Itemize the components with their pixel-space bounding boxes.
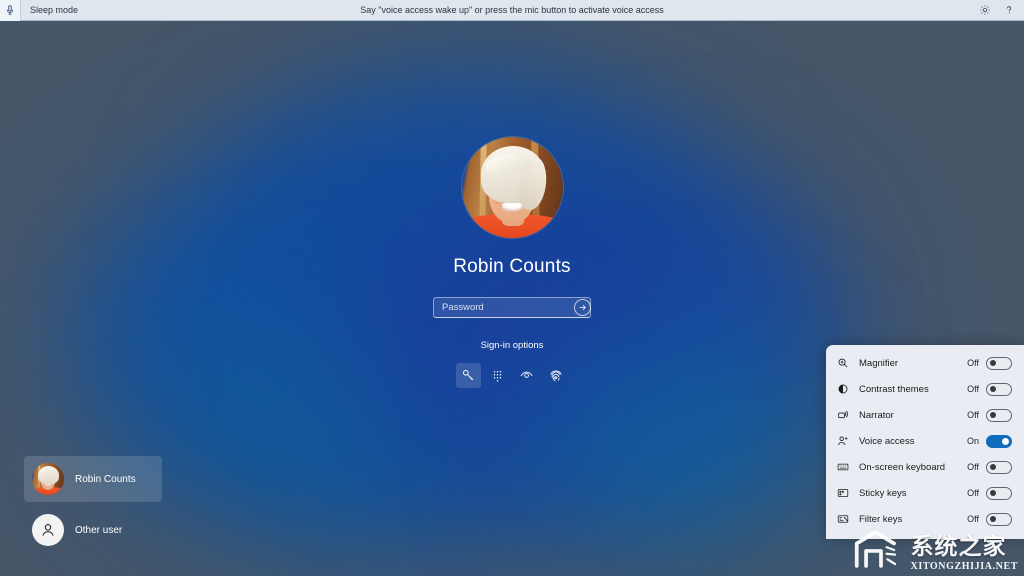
submit-arrow-button[interactable] (574, 299, 591, 316)
avatar (461, 137, 563, 238)
accessibility-item-label: Narrator (859, 409, 894, 421)
accessibility-item-state: Off (967, 462, 979, 472)
accessibility-item-state: Off (967, 358, 979, 368)
user-name-label: Other user (75, 524, 123, 536)
toggle-switch[interactable] (986, 356, 1012, 370)
accessibility-flyout: Magnifier Off Contrast themes Off Narrat… (826, 345, 1024, 539)
magnifier-icon (836, 356, 850, 370)
accessibility-item-label: Filter keys (859, 513, 903, 525)
on-screen-keyboard-icon (836, 460, 850, 474)
accessibility-item-label: Magnifier (859, 357, 899, 369)
accessibility-item-label: On-screen keyboard (859, 461, 946, 473)
toggle-switch[interactable] (986, 512, 1012, 526)
accessibility-item-state: Off (967, 410, 979, 420)
gear-icon[interactable] (979, 4, 991, 16)
contrast-themes-icon (836, 382, 850, 396)
voice-access-bar: Sleep mode Say "voice access wake up" or… (0, 0, 1024, 21)
voice-access-mode-label: Sleep mode (30, 5, 79, 15)
accessibility-item-state: Off (967, 384, 979, 394)
accessibility-item-voice-access[interactable]: Voice access On (826, 428, 1024, 454)
accessibility-item-sticky-keys[interactable]: Sticky keys Off (826, 480, 1024, 506)
signin-method-security-key[interactable] (456, 363, 481, 388)
accessibility-item-state: Off (967, 488, 979, 498)
password-field-wrapper[interactable] (433, 297, 591, 318)
accessibility-item-magnifier[interactable]: Magnifier Off (826, 350, 1024, 376)
accessibility-item-state: On (966, 436, 979, 446)
toggle-switch[interactable] (986, 486, 1012, 500)
accessibility-item-state: Off (967, 514, 979, 524)
toggle-switch[interactable] (986, 382, 1012, 396)
signin-method-fingerprint[interactable] (543, 363, 568, 388)
list-item[interactable]: Robin Counts (24, 456, 162, 502)
voice-access-bar-actions (979, 4, 1024, 16)
user-name-label: Robin Counts (75, 473, 136, 485)
accessibility-item-contrast-themes[interactable]: Contrast themes Off (826, 376, 1024, 402)
accessibility-item-on-screen-keyboard[interactable]: On-screen keyboard Off (826, 454, 1024, 480)
toggle-switch[interactable] (986, 434, 1012, 448)
sticky-keys-icon (836, 486, 850, 500)
lock-screen: Sleep mode Say "voice access wake up" or… (0, 0, 1024, 576)
accessibility-item-narrator[interactable]: Narrator Off (826, 402, 1024, 428)
page-title: Robin Counts (453, 256, 571, 277)
signin-method-list (456, 363, 568, 388)
generic-person-icon (32, 514, 64, 546)
accessibility-item-label: Voice access (859, 435, 915, 447)
voice-access-icon (836, 434, 850, 448)
help-question-icon[interactable] (1003, 4, 1015, 16)
signin-options-link[interactable]: Sign-in options (481, 340, 544, 351)
accessibility-item-filter-keys[interactable]: Filter keys Off (826, 506, 1024, 532)
password-input[interactable] (442, 302, 574, 313)
microphone-icon[interactable] (0, 0, 21, 21)
narrator-icon (836, 408, 850, 422)
accessibility-item-label: Contrast themes (859, 383, 929, 395)
list-item[interactable]: Other user (24, 507, 162, 553)
voice-access-hint: Say "voice access wake up" or press the … (360, 5, 664, 15)
user-list: Robin Counts Other user (24, 456, 162, 558)
accessibility-item-label: Sticky keys (859, 487, 907, 499)
filter-keys-icon (836, 512, 850, 526)
signin-method-pin[interactable] (485, 363, 510, 388)
avatar (32, 463, 64, 495)
toggle-switch[interactable] (986, 460, 1012, 474)
signin-method-face-iris[interactable] (514, 363, 539, 388)
toggle-switch[interactable] (986, 408, 1012, 422)
